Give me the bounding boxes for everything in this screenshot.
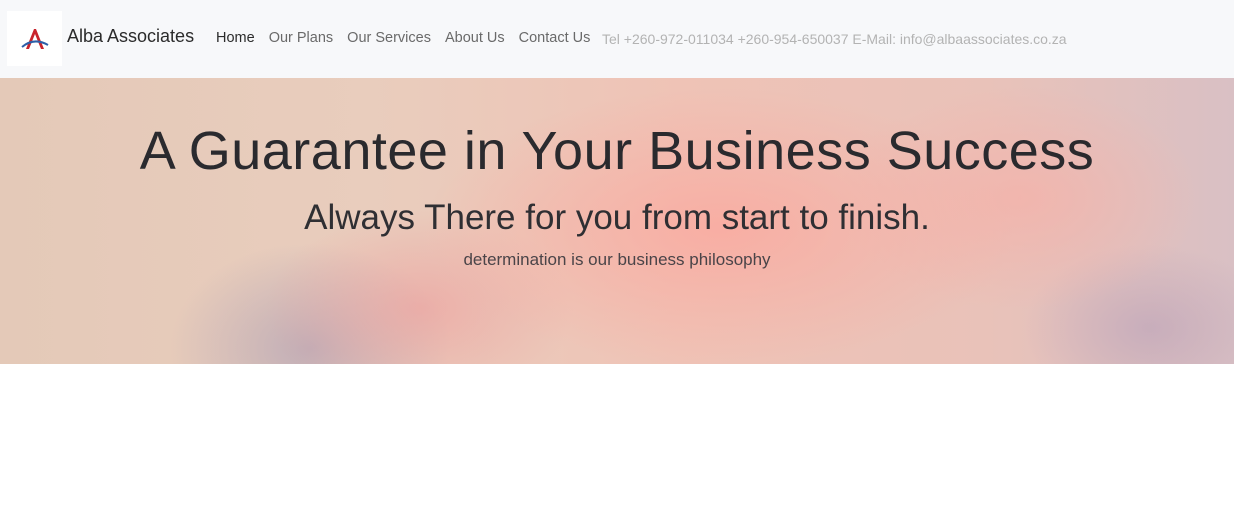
nav-link-contact-us[interactable]: Contact Us	[519, 30, 591, 46]
nav-link-our-plans[interactable]: Our Plans	[269, 30, 333, 46]
brand-logo[interactable]	[7, 11, 62, 66]
hero-banner: A Guarantee in Your Business Success Alw…	[0, 78, 1234, 364]
brand-name[interactable]: Alba Associates	[67, 26, 194, 47]
hero-tagline: determination is our business philosophy	[463, 250, 771, 269]
nav-links: Home Our Plans Our Services About Us Con…	[216, 30, 604, 46]
contact-info: Tel +260-972-011034 +260-954-650037 E-Ma…	[602, 31, 1067, 47]
nav-link-home[interactable]: Home	[216, 30, 255, 46]
hero-subtitle: Always There for you from start to finis…	[304, 198, 930, 237]
navbar: Alba Associates Home Our Plans Our Servi…	[0, 0, 1234, 78]
alba-a-logo-icon	[20, 28, 48, 49]
nav-link-our-services[interactable]: Our Services	[347, 30, 431, 46]
nav-link-about-us[interactable]: About Us	[445, 30, 505, 46]
hero-title: A Guarantee in Your Business Success	[139, 121, 1095, 181]
